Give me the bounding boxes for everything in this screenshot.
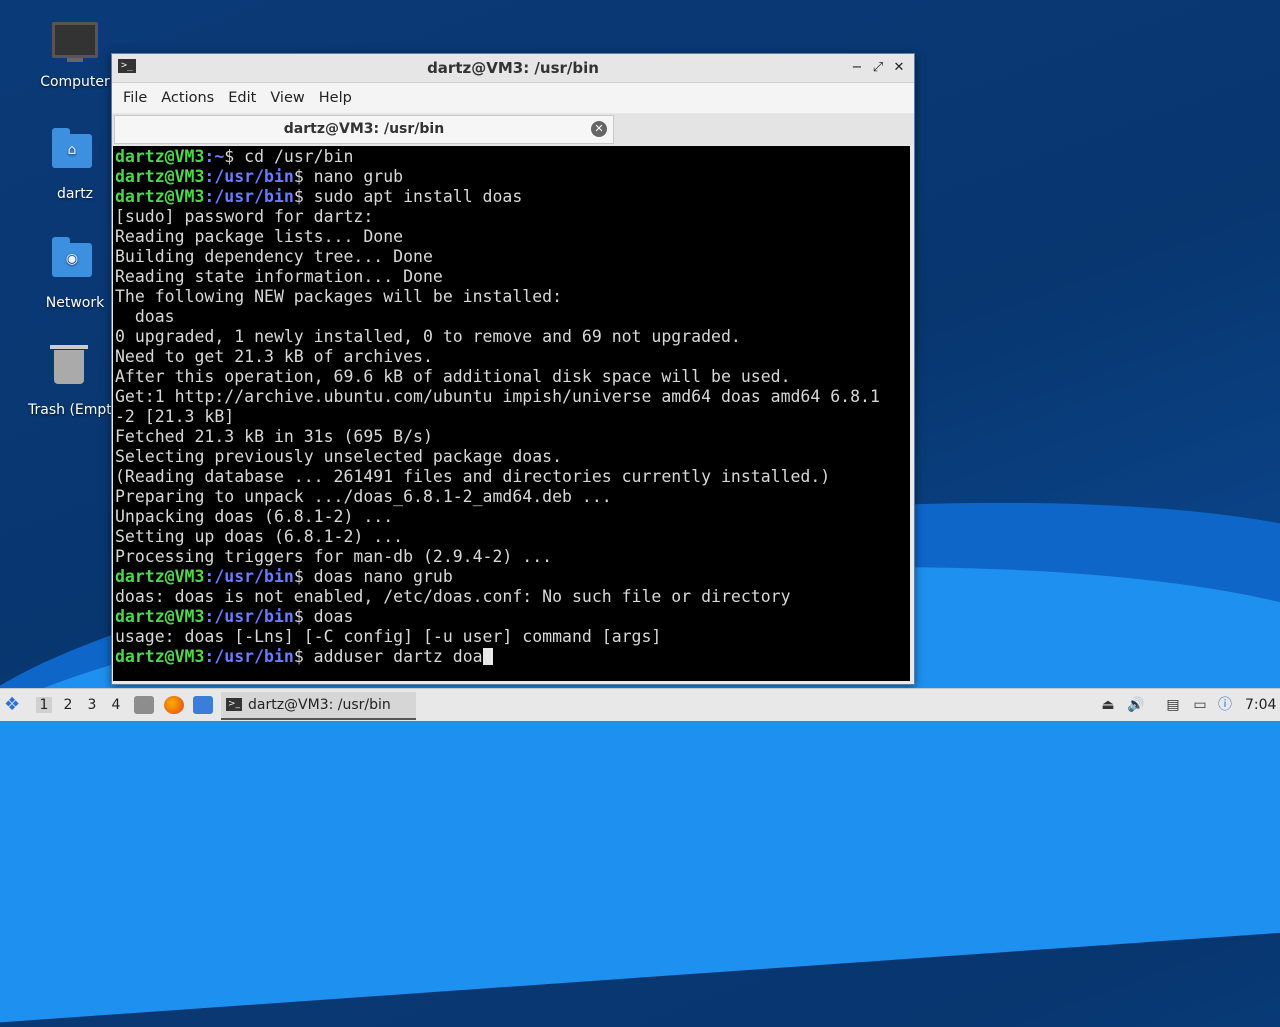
terminal-line: [sudo] password for dartz: bbox=[115, 207, 374, 226]
home-folder-icon: ⌂ bbox=[52, 128, 98, 180]
workspace-1[interactable]: 1 bbox=[36, 697, 52, 713]
close-button[interactable]: ✕ bbox=[890, 59, 908, 77]
command-text: $ doas nano grub bbox=[293, 567, 453, 586]
prompt-user: dartz@VM3 bbox=[115, 167, 205, 186]
prompt-path: :/usr/bin bbox=[204, 567, 294, 586]
desktop-icon-label: Network bbox=[45, 295, 105, 311]
terminal-line: Reading state information... Done bbox=[115, 267, 443, 286]
file-manager-icon[interactable] bbox=[134, 696, 154, 714]
firefox-icon[interactable] bbox=[164, 696, 184, 714]
terminal-output[interactable]: dartz@VM3:~$ cd /usr/bin dartz@VM3:/usr/b… bbox=[113, 146, 910, 681]
menu-actions[interactable]: Actions bbox=[154, 90, 221, 106]
terminal-line: Need to get 21.3 kB of archives. bbox=[115, 347, 433, 366]
terminal-line: dartz@VM3:~$ cd /usr/bin bbox=[115, 147, 910, 167]
tab-label: dartz@VM3: /usr/bin bbox=[283, 121, 445, 137]
menu-help[interactable]: Help bbox=[312, 90, 359, 106]
terminal-line: Selecting previously unselected package … bbox=[115, 447, 563, 466]
menu-bar: File Actions Edit View Help bbox=[112, 83, 914, 113]
terminal-line: Fetched 21.3 kB in 31s (695 B/s) bbox=[115, 427, 433, 446]
terminal-line: Setting up doas (6.8.1-2) ... bbox=[115, 527, 404, 546]
workspace-4[interactable]: 4 bbox=[108, 697, 124, 713]
volume-icon[interactable]: 🔊 bbox=[1127, 697, 1145, 713]
desktop-icon-network[interactable]: ◉ Network bbox=[30, 235, 120, 311]
prompt-path: :/usr/bin bbox=[204, 607, 294, 626]
terminal-line: dartz@VM3:/usr/bin$ nano grub bbox=[115, 167, 910, 187]
prompt-user: dartz@VM3 bbox=[115, 607, 205, 626]
terminal-line: 0 upgraded, 1 newly installed, 0 to remo… bbox=[115, 327, 741, 346]
terminal-line: doas bbox=[115, 307, 175, 326]
prompt-user: dartz@VM3 bbox=[115, 147, 205, 166]
terminal-line: dartz@VM3:/usr/bin$ adduser dartz doa bbox=[115, 647, 910, 667]
start-menu-icon[interactable]: ❖ bbox=[4, 695, 26, 715]
notification-icon[interactable]: ⓘ bbox=[1216, 697, 1234, 713]
clipboard-icon[interactable]: ▤ bbox=[1164, 697, 1182, 713]
prompt-path: :/usr/bin bbox=[204, 647, 294, 666]
tab-bar: dartz@VM3: /usr/bin ✕ bbox=[112, 113, 914, 145]
terminal-line: Unpacking doas (6.8.1-2) ... bbox=[115, 507, 394, 526]
workspace-3[interactable]: 3 bbox=[84, 697, 100, 713]
terminal-line: Building dependency tree... Done bbox=[115, 247, 433, 266]
computer-icon bbox=[52, 22, 98, 68]
network-folder-icon: ◉ bbox=[52, 237, 98, 289]
terminal-task-icon: >_ bbox=[226, 698, 242, 711]
workspace-2[interactable]: 2 bbox=[60, 697, 76, 713]
menu-file[interactable]: File bbox=[116, 90, 154, 106]
terminal-line: -2 [21.3 kB] bbox=[115, 407, 235, 426]
taskbar: ❖ 1 2 3 4 >_ dartz@VM3: /usr/bin ⏏ 🔊 ▤ ▭… bbox=[0, 688, 1280, 721]
minimize-button[interactable]: − bbox=[848, 59, 866, 77]
terminal-line: The following NEW packages will be insta… bbox=[115, 287, 563, 306]
clock[interactable]: 7:04 bbox=[1245, 697, 1276, 713]
menu-view[interactable]: View bbox=[263, 90, 311, 106]
prompt-user: dartz@VM3 bbox=[115, 647, 205, 666]
taskbar-task-terminal[interactable]: >_ dartz@VM3: /usr/bin bbox=[221, 692, 416, 720]
trash-icon bbox=[46, 345, 92, 396]
menu-edit[interactable]: Edit bbox=[221, 90, 263, 106]
prompt-user: dartz@VM3 bbox=[115, 567, 205, 586]
prompt-path: :/usr/bin bbox=[204, 187, 294, 206]
desktop-icon-label: Computer bbox=[40, 74, 110, 90]
command-text: $ doas bbox=[293, 607, 354, 626]
command-text: $ cd /usr/bin bbox=[224, 147, 354, 166]
terminal-line: Preparing to unpack .../doas_6.8.1-2_amd… bbox=[115, 487, 612, 506]
terminal-line: (Reading database ... 261491 files and d… bbox=[115, 467, 831, 486]
desktop-icon-label: Trash (Empt bbox=[28, 402, 112, 418]
prompt-path: :/usr/bin bbox=[204, 167, 294, 186]
terminal-line: Reading package lists... Done bbox=[115, 227, 404, 246]
terminal-window[interactable]: >_ dartz@VM3: /usr/bin − ⤢ ✕ File Action… bbox=[111, 53, 915, 685]
terminal-line: doas: doas is not enabled, /etc/doas.con… bbox=[115, 587, 791, 606]
terminal-line: dartz@VM3:/usr/bin$ doas bbox=[115, 607, 910, 627]
tray-eject-icon[interactable]: ⏏ bbox=[1099, 697, 1117, 713]
taskbar-task-label: dartz@VM3: /usr/bin bbox=[248, 697, 391, 713]
text-cursor bbox=[482, 648, 493, 665]
desktop-icon-home[interactable]: ⌂ dartz bbox=[30, 126, 120, 202]
window-titlebar[interactable]: >_ dartz@VM3: /usr/bin − ⤢ ✕ bbox=[112, 54, 914, 83]
show-desktop-icon[interactable] bbox=[193, 696, 213, 714]
window-title: dartz@VM3: /usr/bin bbox=[427, 59, 599, 77]
prompt-path: :~ bbox=[204, 147, 225, 166]
desktop-icon-trash[interactable]: Trash (Empt bbox=[24, 344, 114, 418]
tab-close-icon[interactable]: ✕ bbox=[591, 121, 607, 137]
network-status-icon[interactable]: ▭ bbox=[1191, 697, 1209, 713]
command-text: $ sudo apt install doas bbox=[293, 187, 523, 206]
prompt-user: dartz@VM3 bbox=[115, 187, 205, 206]
command-text: $ adduser dartz doa bbox=[293, 647, 483, 666]
terminal-line: dartz@VM3:/usr/bin$ sudo apt install doa… bbox=[115, 187, 910, 207]
terminal-line: Get:1 http://archive.ubuntu.com/ubuntu i… bbox=[115, 387, 880, 406]
command-text: $ nano grub bbox=[293, 167, 404, 186]
terminal-tab[interactable]: dartz@VM3: /usr/bin ✕ bbox=[114, 115, 614, 144]
terminal-line: usage: doas [-Lns] [-C config] [-u user]… bbox=[115, 627, 662, 646]
terminal-line: After this operation, 69.6 kB of additio… bbox=[115, 367, 791, 386]
terminal-line: Processing triggers for man-db (2.9.4-2)… bbox=[115, 547, 553, 566]
desktop-icon-label: dartz bbox=[56, 186, 94, 202]
desktop-icon-computer[interactable]: Computer bbox=[30, 18, 120, 90]
maximize-button[interactable]: ⤢ bbox=[869, 59, 887, 77]
terminal-line: dartz@VM3:/usr/bin$ doas nano grub bbox=[115, 567, 910, 587]
